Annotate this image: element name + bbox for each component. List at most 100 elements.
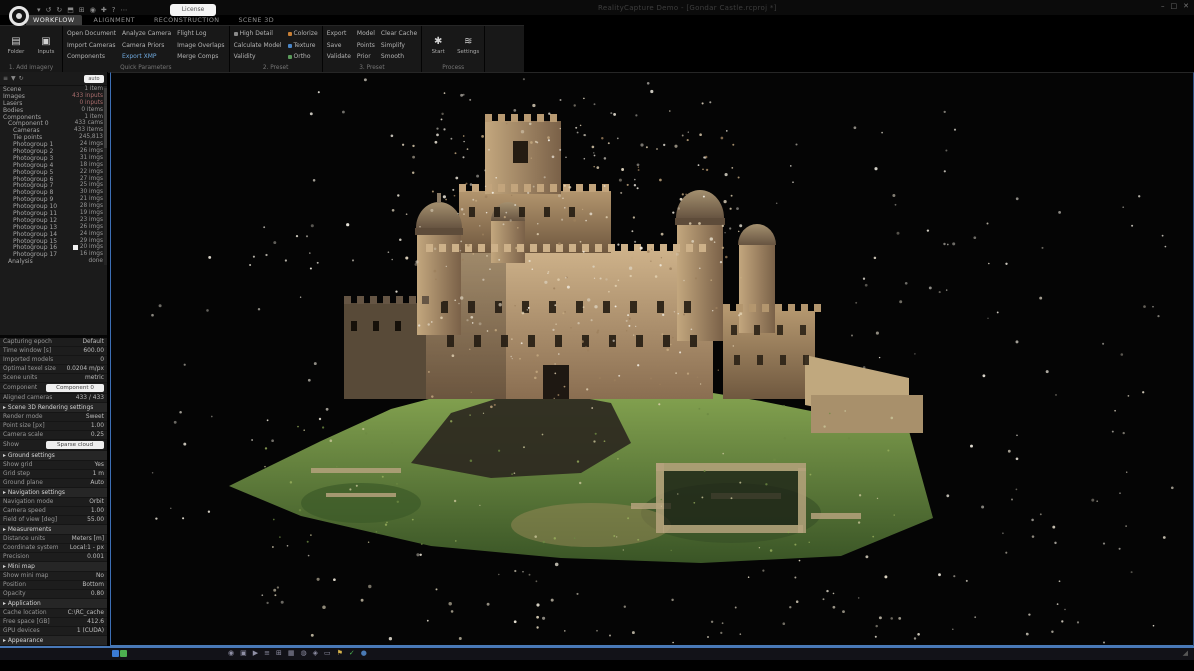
- settings-button[interactable]: ≋Settings: [456, 36, 480, 55]
- points-button[interactable]: Points: [357, 42, 375, 50]
- flag-icon[interactable]: ⚑: [337, 649, 343, 658]
- smooth-button[interactable]: Smooth: [381, 53, 417, 61]
- calculate-model-button[interactable]: Calculate Model: [234, 42, 282, 50]
- start-button[interactable]: ✱Start: [426, 36, 450, 55]
- record-icon[interactable]: ●: [361, 649, 367, 658]
- tree-row[interactable]: Photogroup 725 imgs: [0, 182, 107, 189]
- tree-row[interactable]: Photogroup 226 imgs: [0, 148, 107, 155]
- scene-icon[interactable]: ⬒: [67, 6, 74, 15]
- save-button[interactable]: Save: [327, 42, 351, 50]
- import-cameras-button[interactable]: Import Cameras: [67, 42, 116, 50]
- property-row[interactable]: Capturing epochDefault: [0, 338, 107, 347]
- image-overlaps-button[interactable]: Image Overlaps: [177, 42, 224, 50]
- tree-row[interactable]: Lasers0 inputs: [0, 100, 107, 107]
- validity-button[interactable]: Validity: [234, 53, 282, 61]
- property-row[interactable]: Imported models0: [0, 356, 107, 365]
- clear-cache-button[interactable]: Clear Cache: [381, 30, 417, 38]
- globe-icon[interactable]: ◍: [301, 649, 307, 658]
- property-row[interactable]: Free space [GB]412.6: [0, 618, 107, 627]
- tree-row[interactable]: Photogroup 1424 imgs: [0, 231, 107, 238]
- tree-row[interactable]: Photogroup 1620 imgs: [0, 244, 107, 251]
- colorize-button[interactable]: Colorize: [288, 30, 318, 38]
- tree-row[interactable]: Photogroup 1716 imgs: [0, 251, 107, 258]
- layers-icon[interactable]: ≡: [264, 649, 270, 658]
- property-row[interactable]: GPU devices1 (CUDA): [0, 627, 107, 636]
- tree-row[interactable]: Components1 item: [0, 114, 107, 121]
- property-row[interactable]: Optimal texel size0.0204 m/px: [0, 365, 107, 374]
- property-row[interactable]: Precision0.001: [0, 553, 107, 562]
- property-row[interactable]: PositionBottom: [0, 581, 107, 590]
- ortho-button[interactable]: Ortho: [288, 53, 318, 61]
- scrollbar-thumb[interactable]: [104, 88, 107, 148]
- property-row[interactable]: Coordinate systemLocal:1 - px: [0, 544, 107, 553]
- tree-row[interactable]: Photogroup 921 imgs: [0, 196, 107, 203]
- property-row[interactable]: Scene unitsmetric: [0, 374, 107, 383]
- simplify-button[interactable]: Simplify: [381, 42, 417, 50]
- flight-log-button[interactable]: Flight Log: [177, 30, 224, 38]
- properties-section-header[interactable]: ▸ Measurements: [0, 525, 107, 535]
- app-logo-icon[interactable]: [9, 6, 29, 26]
- camera-icon[interactable]: ◉: [90, 6, 96, 15]
- more-icon[interactable]: ⋯: [120, 6, 127, 15]
- property-dropdown[interactable]: Sparse cloud: [46, 441, 104, 449]
- undo-icon[interactable]: ↺: [46, 6, 52, 15]
- export-button[interactable]: Export: [327, 30, 351, 38]
- property-row[interactable]: Camera speed1.00: [0, 507, 107, 516]
- tree-row[interactable]: Photogroup 1326 imgs: [0, 224, 107, 231]
- add-icon[interactable]: ✚: [101, 6, 107, 15]
- tree-row[interactable]: Photogroup 331 imgs: [0, 155, 107, 162]
- property-row[interactable]: Camera scale0.25: [0, 431, 107, 440]
- merge-comps-button[interactable]: Merge Comps: [177, 53, 224, 61]
- tab-reconstruction[interactable]: RECONSTRUCTION: [147, 15, 227, 25]
- properties-section-header[interactable]: ▸ Application: [0, 599, 107, 609]
- tree-row[interactable]: Analysisdone: [0, 258, 107, 265]
- property-row[interactable]: Time window [s]600.00: [0, 347, 107, 356]
- inputs-button[interactable]: ▣Inputs: [34, 36, 58, 55]
- tree-row[interactable]: Photogroup 1529 imgs: [0, 238, 107, 245]
- texture-button[interactable]: Texture: [288, 42, 318, 50]
- tree-row[interactable]: Photogroup 522 imgs: [0, 169, 107, 176]
- ruler-icon[interactable]: ▭: [324, 649, 331, 658]
- tree-row[interactable]: Photogroup 1223 imgs: [0, 217, 107, 224]
- property-row[interactable]: Grid step1 m: [0, 470, 107, 479]
- tree-row[interactable]: Component 0433 cams: [0, 120, 107, 127]
- minimize-button[interactable]: –: [1161, 2, 1165, 10]
- scene-tree-empty-area[interactable]: [0, 265, 107, 335]
- play-icon[interactable]: ▶: [253, 649, 258, 658]
- save-icon[interactable]: ▾: [37, 6, 41, 15]
- high-detail-button[interactable]: High Detail: [234, 30, 282, 38]
- analyze-camera-button[interactable]: Analyze Camera: [122, 30, 171, 38]
- camera-icon[interactable]: ◉: [228, 649, 234, 658]
- help-icon[interactable]: ?: [112, 6, 116, 15]
- maximize-button[interactable]: □: [1171, 2, 1178, 10]
- console-icon[interactable]: [112, 650, 119, 657]
- property-row[interactable]: Cache locationC:\RC_cache: [0, 609, 107, 618]
- camera-priors-button[interactable]: Camera Priors: [122, 42, 171, 50]
- redo-icon[interactable]: ↻: [56, 6, 62, 15]
- tree-row[interactable]: Cameras433 items: [0, 127, 107, 134]
- tree-scrollbar[interactable]: [104, 86, 107, 265]
- tree-row[interactable]: Images433 inputs: [0, 93, 107, 100]
- filter-icon[interactable]: ▼: [11, 75, 16, 82]
- properties-section-header[interactable]: ▸ Mini map: [0, 562, 107, 572]
- close-button[interactable]: ✕: [1183, 2, 1189, 10]
- tree-row[interactable]: Photogroup 627 imgs: [0, 176, 107, 183]
- property-row[interactable]: Aligned cameras433 / 433: [0, 394, 107, 403]
- properties-section-header[interactable]: ▸ Appearance: [0, 636, 107, 646]
- check-icon[interactable]: ✓: [349, 649, 355, 658]
- grid-icon[interactable]: ⊞: [276, 649, 282, 658]
- properties-section-header[interactable]: ▸ Ground settings: [0, 451, 107, 461]
- tree-row[interactable]: Scene1 item: [0, 86, 107, 93]
- properties-section-header[interactable]: ▸ Navigation settings: [0, 488, 107, 498]
- property-row[interactable]: Navigation modeOrbit: [0, 498, 107, 507]
- folder-button[interactable]: ▤Folder: [4, 36, 28, 55]
- tab-workflow[interactable]: WORKFLOW: [26, 15, 82, 25]
- property-row[interactable]: Distance unitsMeters [m]: [0, 535, 107, 544]
- property-row[interactable]: Field of view [deg]55.00: [0, 516, 107, 525]
- tree-row[interactable]: Photogroup 830 imgs: [0, 189, 107, 196]
- mesh-icon[interactable]: ▦: [288, 649, 295, 658]
- grid-icon[interactable]: ⊞: [79, 6, 85, 15]
- tree-row[interactable]: Photogroup 124 imgs: [0, 141, 107, 148]
- image-icon[interactable]: ▣: [240, 649, 247, 658]
- property-row[interactable]: Point size [px]1.00: [0, 422, 107, 431]
